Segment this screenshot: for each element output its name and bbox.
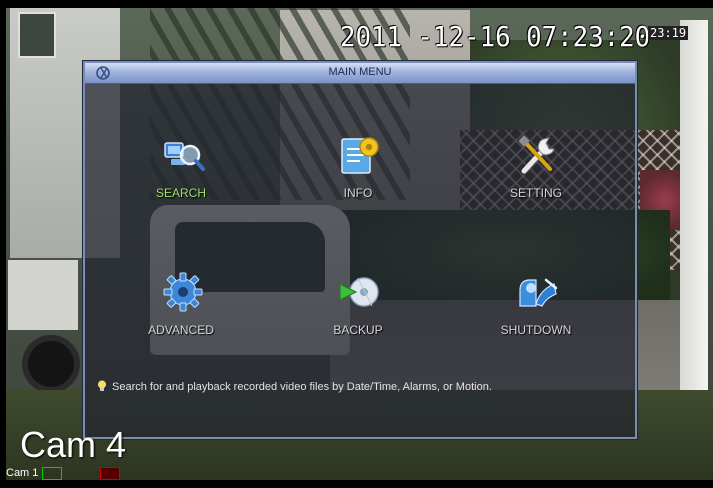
frame-border [0,0,6,488]
lightbulb-icon [98,380,106,391]
advanced-gear-icon [163,272,203,312]
status-camera-label: Cam 1 [6,467,39,479]
menu-item-label: SHUTDOWN [500,323,572,337]
setting-icon [518,135,555,174]
frame-border [0,0,713,8]
search-icon [164,142,205,171]
menu-item-label: SETTING [509,186,562,200]
menu-item-label: ADVANCED [148,323,214,337]
menu-item-backup[interactable]: BACKUP [298,270,418,344]
menu-item-label: BACKUP [333,323,383,337]
record-status-indicator [42,466,63,480]
menu-titlebar: MAIN MENU [85,63,635,84]
truck-bed [8,260,78,330]
hint-text: Search for and playback recorded video f… [112,381,492,393]
menu-item-advanced[interactable]: ADVANCED [121,270,241,344]
menu-title: MAIN MENU [328,66,392,78]
truck-wheel [22,335,80,393]
shutdown-icon [519,278,558,307]
menu-item-label: INFO [343,186,373,200]
hint-bar: Search for and playback recorded video f… [85,375,635,397]
osd-timestamp: 2011 -12-16 07:23:20 [340,20,651,53]
status-bar: Cam 1 [6,466,121,480]
main-menu-dialog: MAIN MENU SEARCH INFO SETTING ADVANCED B… [83,61,637,439]
camera-name: Cam 4 [20,424,127,465]
menu-item-info[interactable]: INFO [298,133,418,207]
camera-view: 2011 -12-16 07:23:20 23:19 MAIN MENU SEA… [0,0,713,488]
info-icon [341,137,379,174]
menu-item-setting[interactable]: SETTING [476,133,596,207]
backup-icon [339,277,379,307]
menu-item-shutdown[interactable]: SHUTDOWN [476,270,596,344]
house-window [18,12,56,58]
osd-clock: 23:19 [648,26,689,40]
menu-item-search[interactable]: SEARCH [121,133,241,207]
alarm-status-indicator [100,466,121,480]
menu-item-label: SEARCH [155,186,206,200]
frame-border [0,480,713,488]
